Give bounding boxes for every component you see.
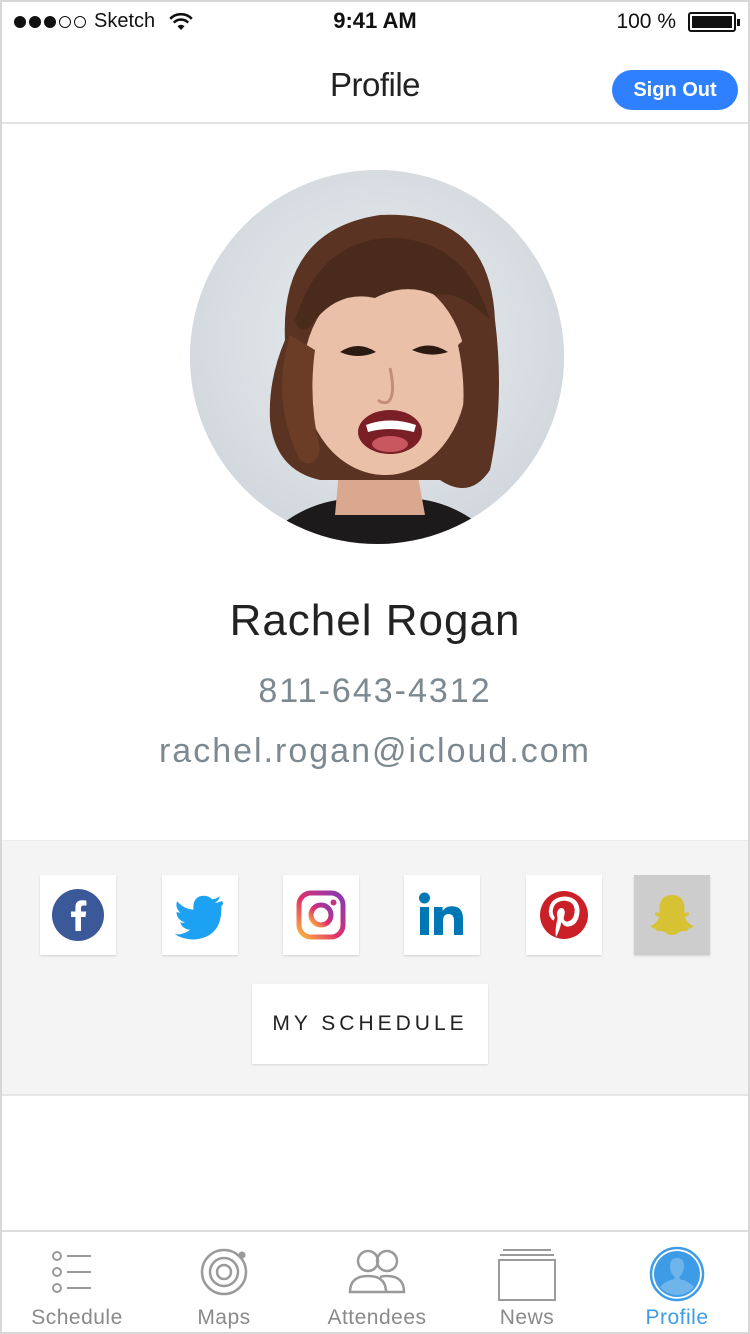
social-links-section: MY SCHEDULE	[2, 840, 748, 1096]
tab-bar: Schedule Maps Attendees News Profile	[2, 1230, 748, 1332]
snapchat-icon	[650, 895, 694, 935]
profile-section: Rachel Rogan 811-643-4312 rachel.rogan@i…	[2, 124, 748, 840]
battery-icon	[688, 12, 740, 32]
tab-news[interactable]: News	[452, 1232, 602, 1332]
avatar-photo	[190, 170, 564, 544]
profile-name: Rachel Rogan	[229, 596, 521, 645]
pinterest-icon	[540, 891, 588, 939]
status-right: 100 %	[616, 10, 740, 34]
linkedin-icon	[419, 892, 463, 935]
target-icon	[200, 1248, 248, 1296]
sign-out-button[interactable]: Sign Out	[612, 70, 738, 110]
instagram-icon	[296, 890, 346, 940]
tab-label: Maps	[197, 1306, 251, 1329]
battery-percent: 100 %	[616, 10, 676, 33]
tab-label: Attendees	[327, 1306, 427, 1329]
list-icon	[52, 1251, 91, 1293]
facebook-button[interactable]	[40, 875, 116, 955]
linkedin-button[interactable]	[404, 875, 480, 955]
snapchat-button[interactable]	[634, 875, 710, 955]
status-bar: Sketch 9:41 AM 100 %	[2, 2, 748, 42]
tab-maps[interactable]: Maps	[149, 1232, 299, 1332]
avatar	[190, 170, 564, 544]
instagram-button[interactable]	[283, 875, 359, 955]
navigation-bar: Profile Sign Out	[2, 42, 748, 124]
twitter-icon	[174, 895, 224, 940]
app-frame: Sketch 9:41 AM 100 % Profile Sign Out Ra…	[0, 0, 750, 1334]
newspaper-icon	[498, 1249, 556, 1301]
twitter-button[interactable]	[162, 875, 238, 955]
tab-attendees[interactable]: Attendees	[302, 1232, 452, 1332]
profile-phone[interactable]: 811-643-4312	[2, 672, 748, 711]
person-icon	[649, 1246, 705, 1302]
tab-label: Schedule	[31, 1306, 123, 1329]
tab-label: Profile	[645, 1306, 709, 1329]
pinterest-button[interactable]	[526, 875, 602, 955]
profile-email[interactable]: rachel.rogan@icloud.com	[2, 732, 748, 771]
people-icon	[348, 1249, 406, 1294]
facebook-icon	[52, 889, 104, 941]
tab-schedule[interactable]: Schedule	[2, 1232, 152, 1332]
my-schedule-button[interactable]: MY SCHEDULE	[252, 984, 488, 1064]
tab-label: News	[499, 1306, 555, 1329]
tab-profile[interactable]: Profile	[602, 1232, 748, 1332]
